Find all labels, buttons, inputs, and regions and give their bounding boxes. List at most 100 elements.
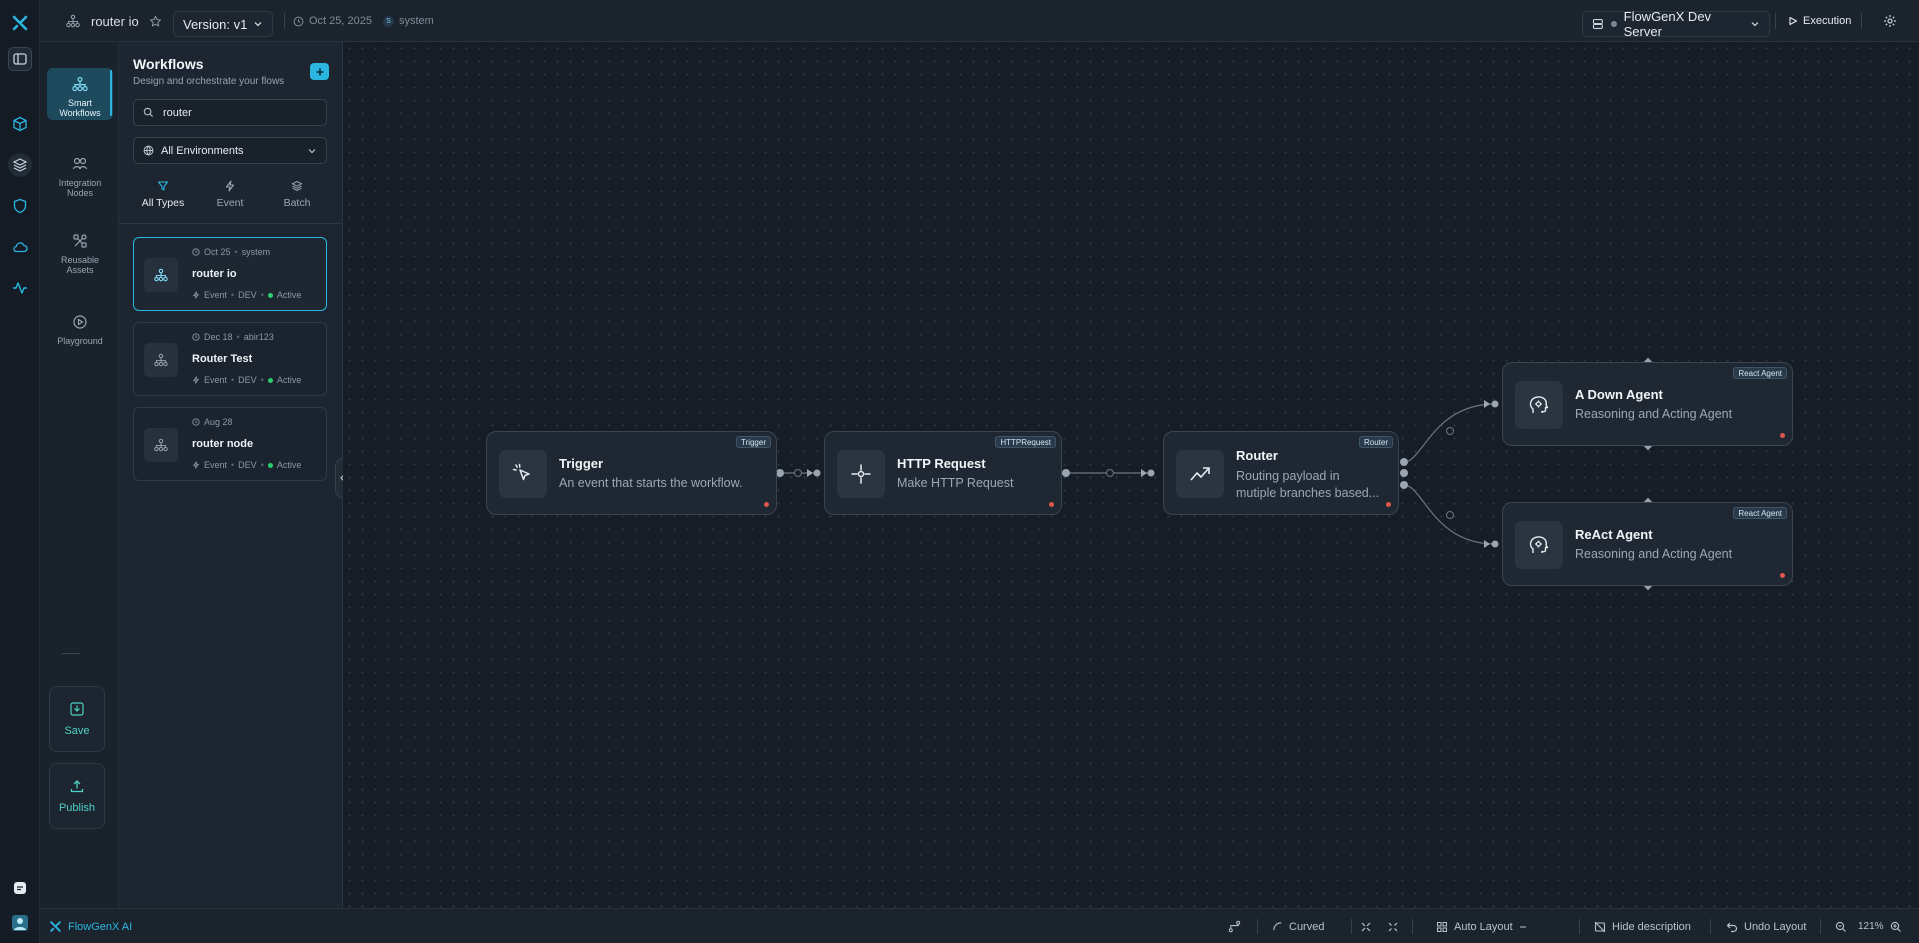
chat-icon[interactable]	[8, 876, 32, 900]
workflow-card[interactable]: Dec 18 • abir123 Router Test Event • DEV…	[133, 322, 327, 396]
execution-button[interactable]: Execution	[1788, 0, 1851, 42]
layers-icon[interactable]	[8, 153, 32, 177]
error-indicator	[1049, 502, 1054, 507]
settings-button[interactable]	[1883, 0, 1897, 42]
handle	[1491, 540, 1499, 548]
zoom-out-button[interactable]	[1835, 909, 1847, 943]
divider	[1775, 13, 1776, 29]
server-select[interactable]: FlowGenX Dev Server	[1582, 9, 1770, 39]
globe-icon	[143, 145, 154, 156]
workflow-type: Event	[204, 460, 228, 470]
undo-layout-label: Undo Layout	[1744, 920, 1807, 933]
auto-layout-button[interactable]: Auto Layout	[1436, 909, 1527, 943]
publish-label: Publish	[58, 802, 96, 814]
divider	[1579, 919, 1580, 934]
owner-text: system	[399, 15, 434, 27]
owner-info: S system	[383, 0, 434, 42]
add-workflow-button[interactable]	[310, 63, 329, 80]
filter-icon	[157, 181, 169, 191]
lightning-icon	[225, 180, 235, 192]
sidebar-toggle-icon[interactable]	[8, 47, 32, 71]
feature-nav: Smart Workflows Integration Nodes Reusab…	[40, 42, 119, 908]
nav-smart-workflows[interactable]: Smart Workflows	[47, 68, 113, 120]
filter-label: Batch	[283, 197, 311, 209]
separator: •	[260, 375, 264, 385]
avatar[interactable]	[8, 911, 32, 935]
save-button[interactable]: Save	[49, 686, 105, 752]
grid-icon	[1437, 921, 1447, 932]
node-router[interactable]: Router Router Routing payload in mutiple…	[1163, 431, 1399, 515]
brain-head-icon	[1515, 381, 1563, 429]
version-label: Version: v1	[183, 16, 248, 32]
publish-button[interactable]: Publish	[49, 763, 105, 829]
status-dot	[267, 292, 273, 298]
filter-batch[interactable]: Batch	[275, 180, 319, 209]
expand-icon	[1388, 922, 1398, 931]
arrowhead	[1484, 400, 1490, 408]
node-http-request[interactable]: HTTPRequest HTTP Request Make HTTP Reque…	[824, 431, 1062, 515]
workflow-canvas[interactable]: Trigger Trigger An event that starts the…	[343, 42, 1919, 908]
node-react-agent[interactable]: React Agent ReAct Agent Reasoning and Ac…	[1502, 502, 1793, 586]
curved-button[interactable]: Curved	[1272, 909, 1324, 943]
node-description: Reasoning and Acting Agent	[1575, 407, 1733, 421]
workflow-breadcrumb[interactable]: router io	[66, 0, 162, 42]
workflow-title: Router Test	[192, 353, 253, 365]
flowgenx-logo-icon[interactable]	[8, 11, 32, 35]
search-icon	[143, 107, 154, 118]
search-value: router	[163, 106, 192, 119]
search-input[interactable]: router	[133, 99, 327, 126]
nav-integration-nodes[interactable]: Integration Nodes	[47, 154, 113, 198]
shield-icon[interactable]	[8, 194, 32, 218]
hide-description-label: Hide description	[1612, 920, 1691, 933]
workflow-icon	[66, 14, 80, 28]
collapse-all-button[interactable]	[1360, 909, 1372, 943]
chevron-down-icon	[254, 22, 262, 27]
hide-description-button[interactable]: Hide description	[1594, 909, 1691, 943]
workflow-meta: Oct 25 • system	[192, 247, 270, 257]
workflow-card[interactable]: Aug 28 router node Event • DEV • Active	[133, 407, 327, 481]
workflow-env: DEV	[238, 375, 257, 385]
environment-select[interactable]: All Environments	[133, 137, 327, 164]
workflow-tags: Event • DEV • Active	[192, 290, 301, 300]
version-select[interactable]: Version: v1	[173, 11, 273, 37]
zoom-in-button[interactable]	[1890, 909, 1902, 943]
edge-style-button[interactable]	[1228, 909, 1241, 943]
node-a-down-agent[interactable]: React Agent A Down Agent Reasoning and A…	[1502, 362, 1793, 446]
nav-playground[interactable]: Playground	[47, 312, 113, 346]
divider	[119, 223, 343, 224]
server-status-dot	[1610, 21, 1617, 27]
edge-path-icon	[1228, 920, 1241, 933]
node-title: Router	[1236, 448, 1278, 463]
hide-icon	[1594, 921, 1606, 932]
filter-all-types[interactable]: All Types	[141, 180, 185, 209]
workflow-title: router node	[192, 438, 254, 450]
expand-all-button[interactable]	[1387, 909, 1399, 943]
lightning-icon	[192, 376, 200, 384]
play-icon	[1789, 16, 1798, 26]
collapse-icon	[1361, 922, 1371, 931]
cube-icon[interactable]	[8, 112, 32, 136]
filter-event[interactable]: Event	[208, 180, 252, 209]
arrowhead	[1141, 469, 1147, 477]
filter-label: All Types	[141, 197, 185, 209]
cloud-icon[interactable]	[8, 235, 32, 259]
lightning-icon	[192, 291, 200, 299]
execution-label: Execution	[1803, 15, 1852, 27]
brain-head-icon	[1515, 521, 1563, 569]
handle	[813, 469, 821, 477]
star-icon[interactable]	[149, 15, 162, 28]
node-description: Make HTTP Request	[897, 476, 1014, 490]
error-indicator	[764, 502, 769, 507]
workflow-tags: Event • DEV • Active	[192, 460, 301, 470]
undo-layout-button[interactable]: Undo Layout	[1726, 909, 1806, 943]
clock-icon	[192, 248, 200, 256]
workflow-card[interactable]: Oct 25 • system router io Event • DEV • …	[133, 237, 327, 311]
chevron-down-icon	[308, 148, 316, 153]
node-trigger[interactable]: Trigger Trigger An event that starts the…	[486, 431, 777, 515]
separator: •	[231, 290, 235, 300]
handle	[1062, 469, 1070, 477]
environment-value: All Environments	[161, 144, 244, 157]
activity-icon[interactable]	[8, 276, 32, 300]
workflow-icon	[70, 74, 90, 94]
nav-reusable-assets[interactable]: Reusable Assets	[47, 231, 113, 275]
